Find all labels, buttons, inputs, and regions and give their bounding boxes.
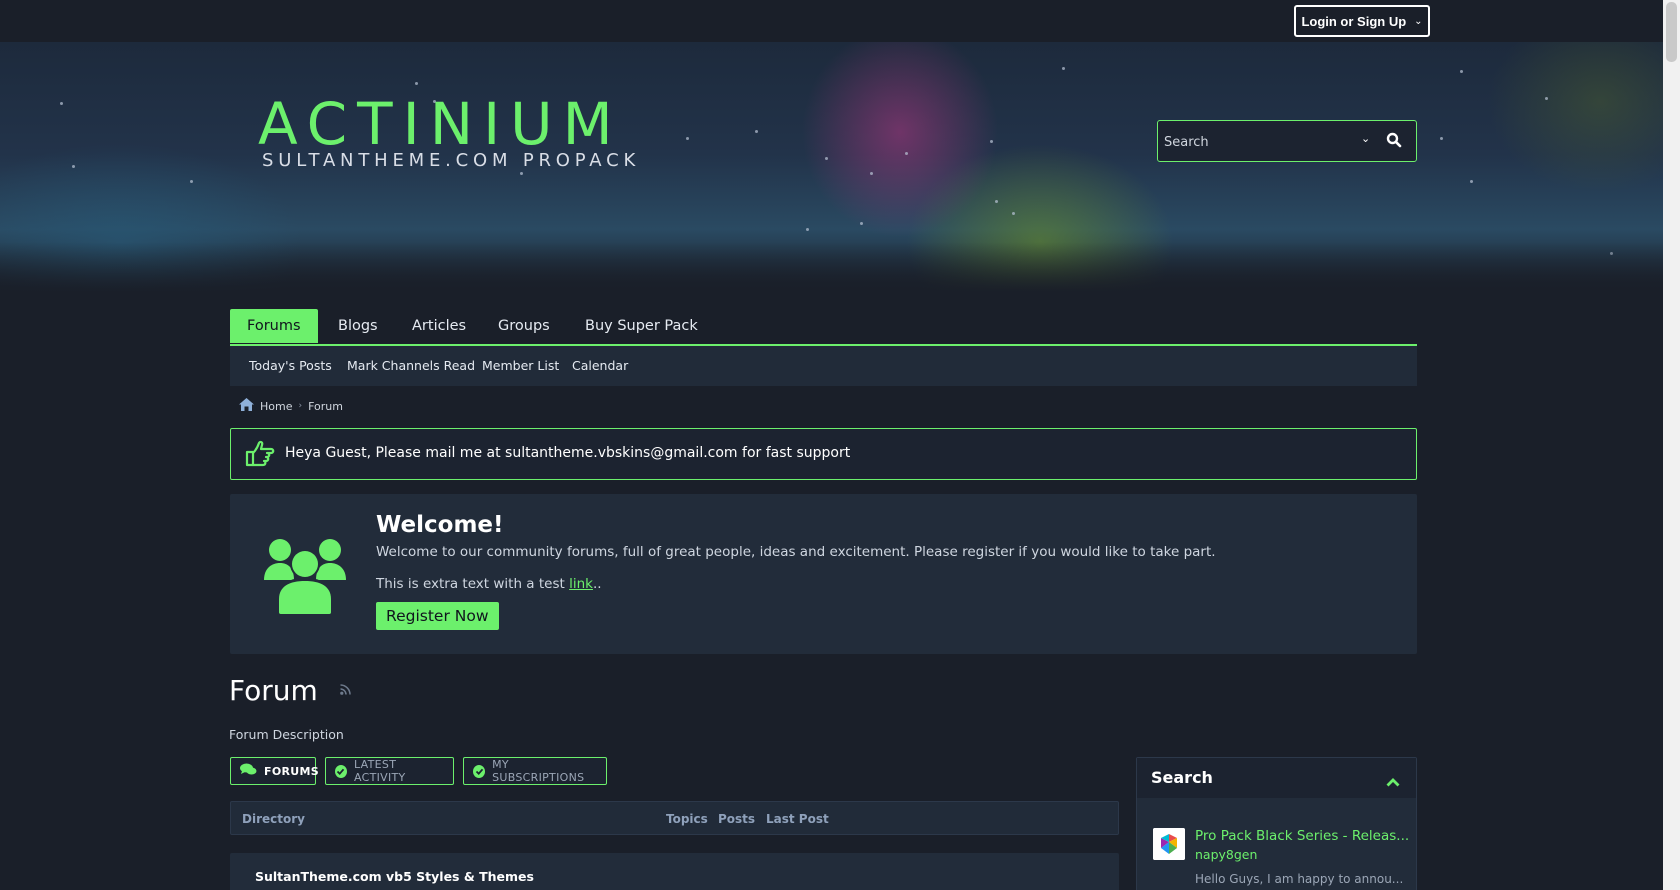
- channel-title-link[interactable]: SultanTheme.com vb5 Styles & Themes: [255, 869, 534, 884]
- welcome-text: Welcome to our community forums, full of…: [376, 544, 1216, 560]
- avatar[interactable]: [1153, 828, 1185, 860]
- welcome-title: Welcome!: [376, 512, 504, 538]
- chevron-right-icon: ›: [298, 401, 303, 411]
- sidebar-item-author-link[interactable]: napy8gen: [1195, 847, 1257, 862]
- welcome-extra-suffix: ..: [592, 576, 602, 592]
- sidebar-item-title-link[interactable]: Pro Pack Black Series - Releas...: [1195, 828, 1409, 844]
- breadcrumb-home[interactable]: Home: [260, 400, 292, 413]
- channel-list-header: Directory Topics Posts Last Post: [230, 801, 1119, 835]
- nav-tab-buy-super-pack[interactable]: Buy Super Pack: [585, 309, 698, 343]
- search-icon[interactable]: [1386, 132, 1402, 152]
- rss-icon[interactable]: [340, 680, 351, 699]
- top-bar: Login or Sign Up ⌄: [0, 0, 1663, 42]
- sidebar-item-excerpt: Hello Guys, I am happy to annou...: [1195, 872, 1404, 886]
- column-topics: Topics: [666, 812, 708, 826]
- sidebar-widget-header: Search: [1137, 758, 1416, 798]
- chevron-up-icon[interactable]: [1386, 772, 1400, 791]
- tab-forums-label: FORUMS: [264, 764, 319, 778]
- chevron-down-icon: ⌄: [1414, 15, 1423, 27]
- header-search-box: ⌄: [1157, 120, 1417, 162]
- welcome-panel: Welcome! Welcome to our community forums…: [230, 494, 1417, 654]
- subnav-member-list[interactable]: Member List: [482, 358, 559, 373]
- page-viewport: Login or Sign Up ⌄ ACTINIUM SULTANTHEME.…: [0, 0, 1663, 890]
- tab-forums[interactable]: FORUMS: [230, 757, 319, 785]
- register-now-button[interactable]: Register Now: [376, 602, 499, 630]
- sidebar-search-widget: Search Pro Pack Black Series - Releas...…: [1136, 757, 1417, 890]
- page-scrollbar[interactable]: [1663, 0, 1680, 890]
- login-signup-label: Login or Sign Up: [1301, 13, 1407, 29]
- welcome-extra-text: This is extra text with a test link..: [376, 576, 602, 592]
- column-posts: Posts: [718, 812, 756, 826]
- notice-text: Heya Guest, Please mail me at sultanthem…: [285, 445, 851, 461]
- column-directory: Directory: [242, 812, 305, 826]
- breadcrumb-current: Forum: [308, 399, 343, 413]
- nav-tab-blogs[interactable]: Blogs: [338, 309, 378, 343]
- nav-tab-forums[interactable]: Forums: [230, 309, 318, 343]
- subnav-calendar[interactable]: Calendar: [572, 358, 628, 373]
- check-circle-icon: [473, 764, 486, 778]
- sub-nav: Today's Posts Mark Channels Read Member …: [230, 346, 1417, 386]
- subnav-todays-posts[interactable]: Today's Posts: [249, 358, 332, 373]
- channel-row: SultanTheme.com vb5 Styles & Themes: [230, 853, 1119, 890]
- nav-tab-groups[interactable]: Groups: [498, 309, 550, 343]
- check-circle-icon: [335, 764, 347, 778]
- page-title: Forum: [229, 674, 318, 707]
- notice-banner: Heya Guest, Please mail me at sultanthem…: [230, 428, 1417, 480]
- login-signup-button[interactable]: Login or Sign Up ⌄: [1294, 5, 1430, 37]
- banner-fade: [0, 242, 1663, 292]
- subnav-mark-channels-read[interactable]: Mark Channels Read: [347, 358, 475, 373]
- main-nav: Forums Blogs Articles Groups Buy Super P…: [230, 308, 1417, 346]
- site-logo-subtitle: SULTANTHEME.COM PROPACK: [262, 150, 641, 171]
- tab-my-subscriptions[interactable]: MY SUBSCRIPTIONS: [463, 757, 607, 785]
- welcome-extra-prefix: This is extra text with a test: [376, 576, 570, 592]
- pointing-hand-icon: [245, 440, 275, 472]
- tab-my-subscriptions-label: MY SUBSCRIPTIONS: [492, 758, 585, 784]
- welcome-test-link[interactable]: link: [569, 576, 593, 592]
- nav-tab-articles[interactable]: Articles: [412, 309, 466, 343]
- search-options-chevron-icon[interactable]: ⌄: [1361, 132, 1370, 145]
- site-logo-title[interactable]: ACTINIUM: [258, 90, 623, 158]
- tab-latest-activity-label: LATEST ACTIVITY: [353, 758, 406, 784]
- scrollbar-thumb[interactable]: [1666, 2, 1677, 62]
- forum-description: Forum Description: [229, 727, 344, 742]
- home-icon[interactable]: [239, 398, 254, 414]
- breadcrumb: Home › Forum: [239, 398, 343, 414]
- tab-latest-activity[interactable]: LATEST ACTIVITY: [325, 757, 454, 785]
- sidebar-widget-title: Search: [1151, 768, 1213, 787]
- chat-bubbles-icon: [240, 763, 257, 779]
- column-last-post: Last Post: [766, 812, 829, 826]
- header-search-input[interactable]: [1162, 131, 1356, 153]
- users-group-icon: [264, 538, 346, 618]
